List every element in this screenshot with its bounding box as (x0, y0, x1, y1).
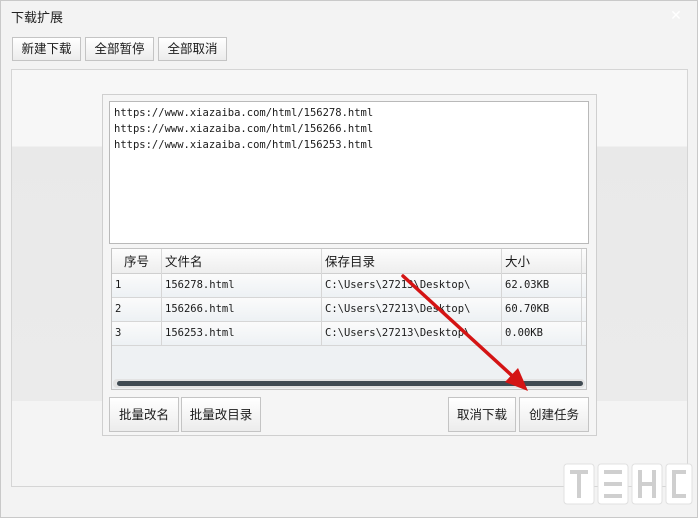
red-arrow-icon (401, 274, 528, 391)
logo-icon (563, 463, 693, 505)
